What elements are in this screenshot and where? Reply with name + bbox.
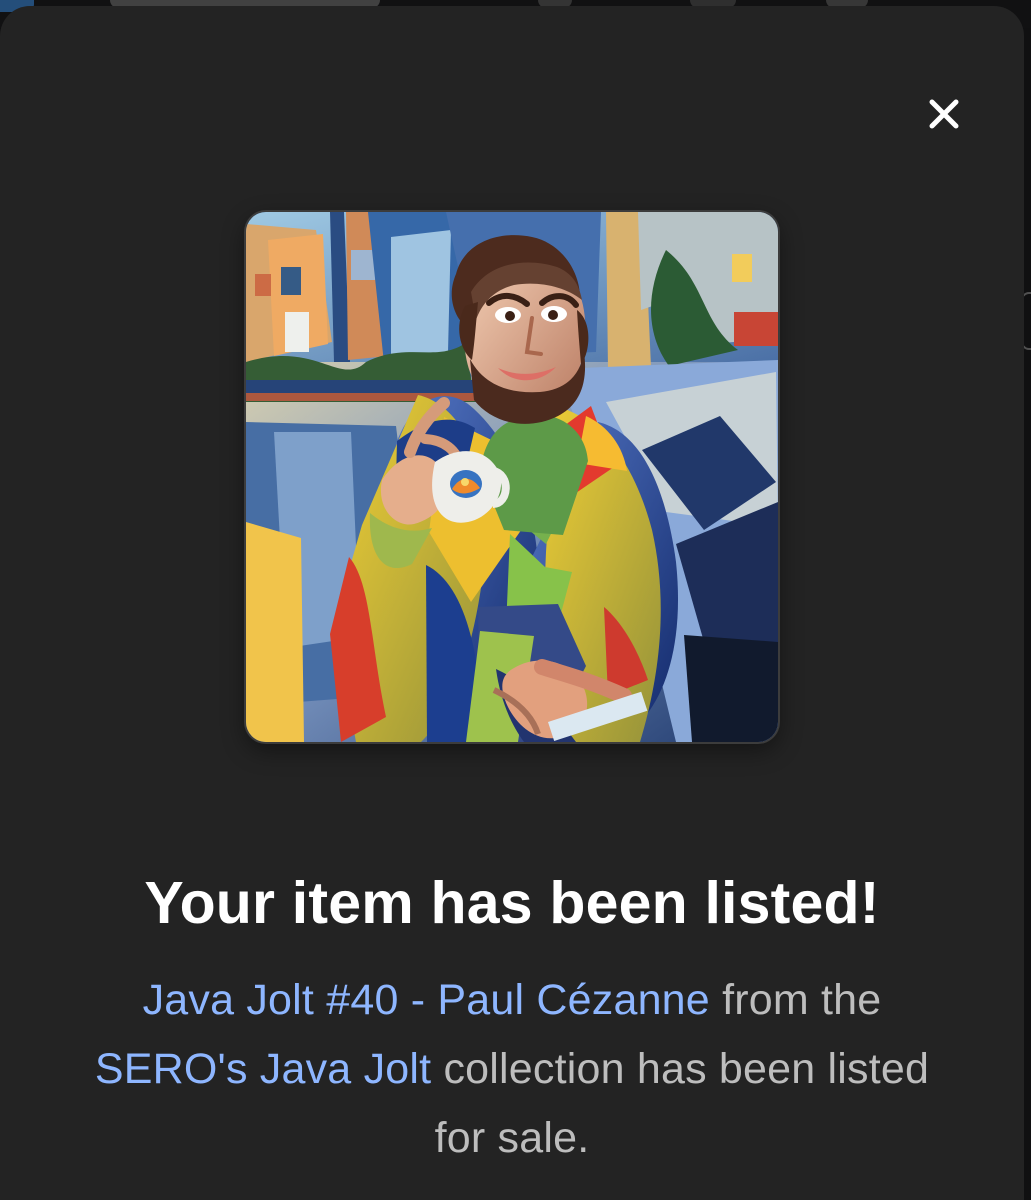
nft-artwork-image: [246, 212, 778, 742]
item-link[interactable]: Java Jolt #40 - Paul Cézanne: [143, 976, 710, 1024]
message-from-text: from the: [709, 976, 882, 1024]
app-screen: Your item has been listed! Java Jolt #40…: [0, 0, 1031, 1200]
close-button[interactable]: [918, 88, 970, 140]
close-icon: [929, 99, 959, 129]
message-tail-text: collection has been listed for sale.: [431, 1045, 930, 1162]
listing-success-modal: Your item has been listed! Java Jolt #40…: [0, 6, 1024, 1200]
nft-artwork: [246, 212, 778, 742]
listing-confirmation-content: Your item has been listed! Java Jolt #40…: [70, 868, 954, 1173]
listing-success-message: Java Jolt #40 - Paul Cézanne from the SE…: [70, 966, 954, 1173]
collection-link[interactable]: SERO's Java Jolt: [95, 1045, 431, 1093]
listing-success-title: Your item has been listed!: [144, 870, 880, 936]
